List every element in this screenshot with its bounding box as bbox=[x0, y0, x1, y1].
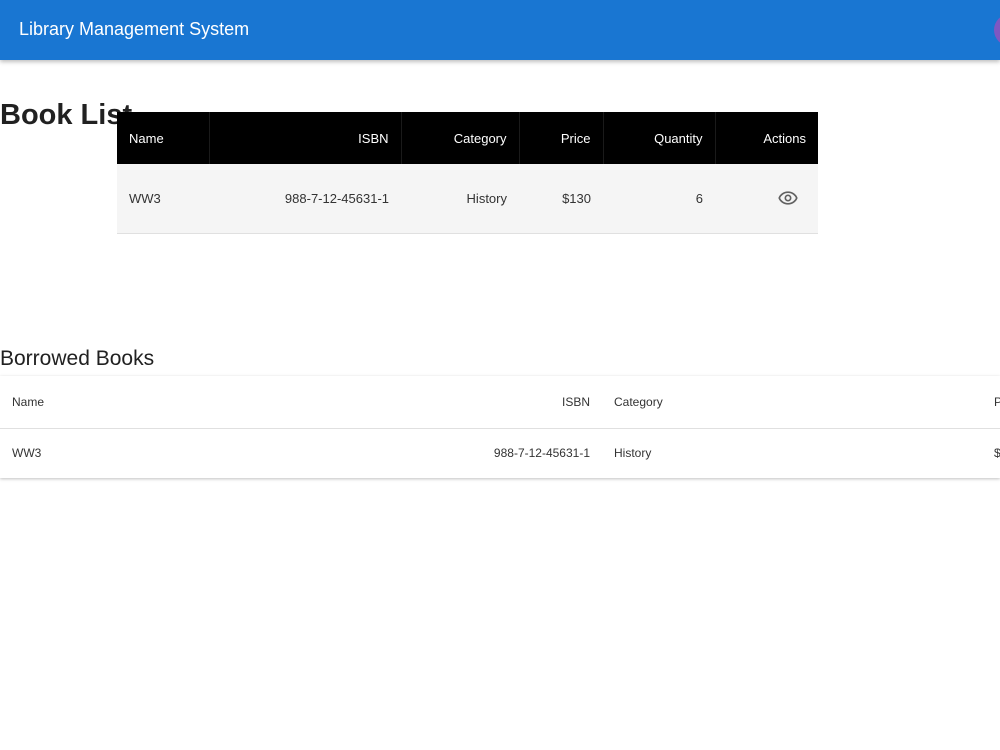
column-header-isbn[interactable]: ISBN bbox=[300, 376, 602, 429]
column-header-category[interactable]: Category bbox=[602, 376, 982, 429]
avatar[interactable] bbox=[994, 14, 1000, 46]
book-list-table: Name ISBN Category Price Quantity Action… bbox=[117, 112, 818, 234]
column-header-category[interactable]: Category bbox=[401, 112, 520, 164]
cell-category: History bbox=[401, 164, 519, 234]
borrowed-books-panel: Name ISBN Category Price WW3 988-7-12-45… bbox=[0, 376, 1000, 478]
book-list-title: Book List bbox=[0, 99, 133, 131]
borrowed-books-title: Borrowed Books bbox=[0, 347, 155, 370]
borrowed-books-table: Name ISBN Category Price WW3 988-7-12-45… bbox=[0, 376, 1000, 478]
eye-icon bbox=[778, 191, 798, 205]
column-header-actions: Actions bbox=[715, 112, 818, 164]
cell-name: WW3 bbox=[12, 446, 42, 461]
column-header-price[interactable]: Price bbox=[519, 112, 604, 164]
cell-name: WW3 bbox=[117, 164, 209, 234]
table-header-row: Name ISBN Category Price Quantity Action… bbox=[117, 112, 818, 164]
cell-price: $130 bbox=[994, 446, 1000, 461]
cell-quantity: 6 bbox=[603, 164, 715, 234]
column-header-name[interactable]: Name bbox=[117, 112, 210, 164]
cell-actions bbox=[715, 164, 818, 234]
app-title: Library Management System bbox=[19, 19, 250, 39]
table-header-row: Name ISBN Category Price bbox=[0, 376, 1000, 429]
cell-isbn: 988-7-12-45631-1 bbox=[209, 164, 401, 234]
view-button[interactable] bbox=[774, 184, 802, 212]
cell-isbn: 988-7-12-45631-1 bbox=[493, 446, 590, 461]
table-row: WW3 988-7-12-45631-1 History $130 6 bbox=[117, 164, 818, 234]
column-header-name[interactable]: Name bbox=[0, 376, 300, 429]
cell-price: $130 bbox=[519, 164, 603, 234]
table-row: WW3 988-7-12-45631-1 History $130 bbox=[0, 428, 1000, 478]
column-header-quantity[interactable]: Quantity bbox=[603, 112, 716, 164]
column-header-isbn[interactable]: ISBN bbox=[209, 112, 402, 164]
column-header-price[interactable]: Price bbox=[982, 376, 1000, 429]
app-bar: Library Management System bbox=[0, 0, 1000, 60]
cell-category: History bbox=[614, 446, 652, 461]
